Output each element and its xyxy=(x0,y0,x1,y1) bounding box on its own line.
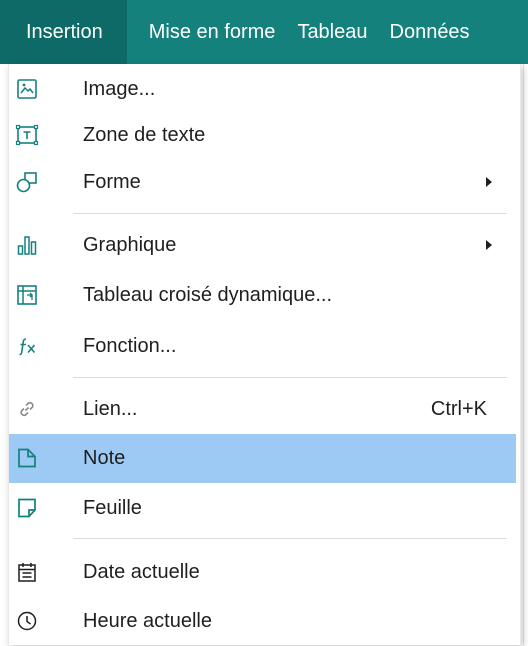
bar-chart-icon xyxy=(15,233,39,257)
submenu-arrow-icon xyxy=(486,177,492,187)
menu-item-shape[interactable]: Forme xyxy=(9,158,516,207)
link-icon xyxy=(15,397,39,421)
menu-item-current-date[interactable]: Date actuelle xyxy=(9,548,516,597)
function-icon xyxy=(15,334,39,358)
shortcut-label: Ctrl+K xyxy=(430,398,487,420)
menu-item-label: Zone de texte xyxy=(83,124,206,146)
insertion-dropdown-menu: Image... Zone de texte Forme Graphique T… xyxy=(8,64,521,645)
menu-item-label: Tableau croisé dynamique... xyxy=(83,284,333,306)
sheet-icon xyxy=(15,496,39,520)
menu-item-label: Feuille xyxy=(83,497,142,519)
menu-item-label: Lien... xyxy=(83,398,138,420)
menu-item-pivot-table[interactable]: Tableau croisé dynamique... xyxy=(9,271,516,320)
menu-item-label: Image... xyxy=(83,78,156,100)
menu-insertion[interactable]: Insertion xyxy=(0,0,127,64)
menu-donnees[interactable]: Données xyxy=(368,0,470,64)
menu-item-note[interactable]: Note xyxy=(9,434,516,483)
menu-item-label: Note xyxy=(83,447,126,469)
menu-tableau[interactable]: Tableau xyxy=(275,0,367,64)
note-icon xyxy=(15,446,39,470)
menu-item-sheet[interactable]: Feuille xyxy=(9,484,516,533)
menu-item-function[interactable]: Fonction... xyxy=(9,322,516,371)
menu-item-current-time[interactable]: Heure actuelle xyxy=(9,597,516,646)
pivot-table-icon xyxy=(15,283,39,307)
menu-item-label: Forme xyxy=(83,171,141,193)
menu-item-label: Date actuelle xyxy=(83,561,200,583)
text-box-icon xyxy=(15,123,39,147)
clock-icon xyxy=(15,609,39,633)
menu-separator xyxy=(73,213,507,214)
grid-line xyxy=(523,64,524,645)
menu-item-chart[interactable]: Graphique xyxy=(9,221,516,270)
menu-item-image[interactable]: Image... xyxy=(9,65,516,114)
menu-item-label: Fonction... xyxy=(83,335,177,357)
image-icon xyxy=(15,77,39,101)
menu-separator xyxy=(73,377,507,378)
menu-separator xyxy=(73,538,507,539)
shape-icon xyxy=(15,170,39,194)
menu-item-label: Graphique xyxy=(83,234,177,256)
menu-bar: Insertion Mise en forme Tableau Données xyxy=(0,0,528,64)
calendar-icon xyxy=(15,560,39,584)
menu-mise-en-forme[interactable]: Mise en forme xyxy=(127,0,276,64)
menu-item-label: Heure actuelle xyxy=(83,610,212,632)
menu-item-text-box[interactable]: Zone de texte xyxy=(9,111,516,160)
submenu-arrow-icon xyxy=(486,240,492,250)
menu-item-link[interactable]: Lien... Ctrl+K xyxy=(9,385,516,434)
